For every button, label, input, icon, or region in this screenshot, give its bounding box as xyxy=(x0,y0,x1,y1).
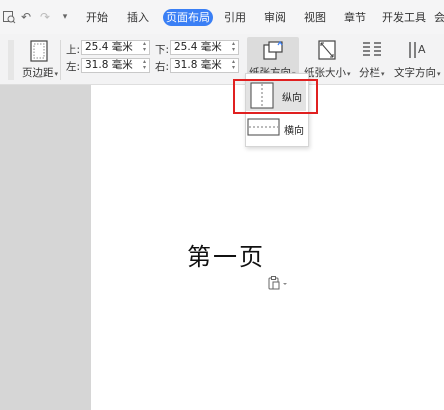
chevron-down-icon: ▾ xyxy=(437,70,441,78)
tab-review[interactable]: 审阅 xyxy=(260,9,290,26)
chevron-down-icon: ▾ xyxy=(347,70,351,78)
text-direction-icon: A xyxy=(407,40,427,63)
separator xyxy=(60,40,61,80)
bottom-margin-value: 25.4 毫米 xyxy=(174,41,222,53)
columns-label: 分栏 xyxy=(359,67,380,79)
redo-icon[interactable]: ↷ xyxy=(38,10,52,24)
text-direction-label: 文字方向 xyxy=(394,67,436,79)
margins-label-wrap[interactable]: 页边距▾ xyxy=(22,65,58,80)
svg-text:A: A xyxy=(418,43,426,56)
left-margin-value: 31.8 毫米 xyxy=(85,59,133,71)
margins-label: 页边距 xyxy=(22,67,54,79)
right-margin-label: 右: xyxy=(155,61,170,73)
tab-member[interactable]: 会 xyxy=(434,9,444,26)
orientation-icon xyxy=(262,39,284,64)
text-direction-button[interactable]: 文字方向▾ xyxy=(394,65,441,80)
tab-view[interactable]: 视图 xyxy=(300,9,330,26)
document-heading[interactable]: 第一页 xyxy=(187,237,265,272)
highlight-box xyxy=(233,79,318,114)
left-margin-field[interactable]: 31.8 毫米 ▴ ▾ xyxy=(81,58,150,73)
tab-home[interactable]: 开始 xyxy=(80,9,114,26)
bottom-margin-label: 下: xyxy=(155,44,170,56)
landscape-icon xyxy=(247,118,280,139)
paste-options-icon[interactable] xyxy=(268,276,288,293)
top-margin-field[interactable]: 25.4 毫米 ▴ ▾ xyxy=(81,40,150,55)
print-preview-icon[interactable] xyxy=(2,10,16,24)
top-margin-label: 上: xyxy=(66,44,81,56)
stepper-icon[interactable]: ▴ ▾ xyxy=(230,41,237,54)
tab-chapter[interactable]: 章节 xyxy=(340,9,370,26)
columns-button[interactable]: 分栏▾ xyxy=(359,65,385,80)
columns-icon xyxy=(362,41,382,62)
paper-size-label: 纸张大小 xyxy=(304,67,346,79)
top-margin-value: 25.4 毫米 xyxy=(85,41,133,53)
left-margin-label: 左: xyxy=(66,61,81,73)
tab-bar: ↶ ↷ ▾ 开始 插入 页面布局 引用 审阅 视图 章节 开发工具 会 xyxy=(0,0,444,34)
margins-button[interactable] xyxy=(30,40,48,65)
right-margin-field[interactable]: 31.8 毫米 ▴ ▾ xyxy=(170,58,239,73)
tab-developer[interactable]: 开发工具 xyxy=(380,9,428,26)
paper-size-button[interactable]: 纸张大小▾ xyxy=(304,65,351,80)
margins-icon xyxy=(30,40,48,62)
tab-page-layout[interactable]: 页面布局 xyxy=(163,9,213,26)
stepper-icon[interactable]: ▴ ▾ xyxy=(141,41,148,54)
ribbon-scroll-left[interactable] xyxy=(8,40,14,80)
right-margin-value: 31.8 毫米 xyxy=(174,59,222,71)
paper-size-icon xyxy=(318,40,336,63)
landscape-label: 横向 xyxy=(284,126,304,137)
tab-insert[interactable]: 插入 xyxy=(123,9,153,26)
stepper-icon[interactable]: ▴ ▾ xyxy=(141,59,148,72)
chevron-down-icon: ▾ xyxy=(381,70,385,78)
quick-access-dropdown-icon[interactable]: ▾ xyxy=(58,10,72,24)
bottom-margin-field[interactable]: 25.4 毫米 ▴ ▾ xyxy=(170,40,239,55)
tab-references[interactable]: 引用 xyxy=(220,9,250,26)
undo-icon[interactable]: ↶ xyxy=(19,10,33,24)
chevron-down-icon: ▾ xyxy=(54,70,59,78)
stepper-icon[interactable]: ▴ ▾ xyxy=(230,59,237,72)
